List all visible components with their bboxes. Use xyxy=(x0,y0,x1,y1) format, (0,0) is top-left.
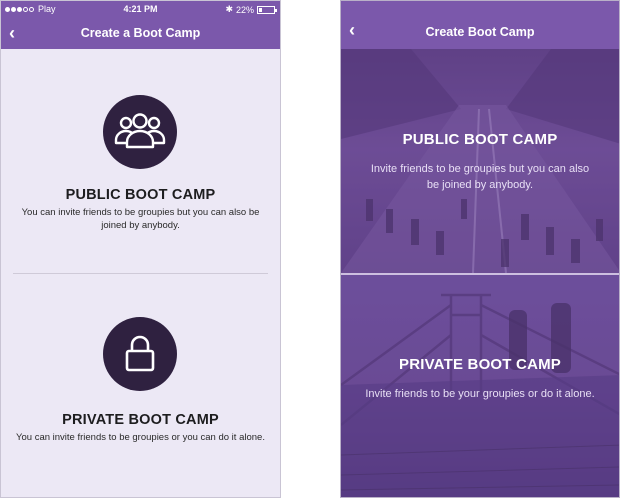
private-panel-description: Invite friends to be your groupies or do… xyxy=(365,388,595,400)
battery-icon xyxy=(257,5,277,14)
lock-icon xyxy=(103,317,177,391)
private-option-description: You can invite friends to be groupies or… xyxy=(16,432,265,443)
group-icon xyxy=(103,95,177,169)
nav-bar: ‹ Create Boot Camp xyxy=(341,1,619,49)
bluetooth-icon: ✱ xyxy=(225,4,233,14)
right-phone-screen: ‹ Create Boot Camp PUBLIC BOOT CAMP Invi… xyxy=(340,0,620,498)
page-title: Create Boot Camp xyxy=(425,25,535,39)
public-boot-camp-panel[interactable]: PUBLIC BOOT CAMP Invite friends to be gr… xyxy=(341,49,619,273)
divider xyxy=(13,273,268,274)
battery-percent: 22% xyxy=(235,4,254,15)
nav-bar: ‹ Create a Boot Camp xyxy=(1,17,280,49)
public-boot-camp-option[interactable]: PUBLIC BOOT CAMP You can invite friends … xyxy=(1,49,280,273)
private-option-title: PRIVATE BOOT CAMP xyxy=(62,412,219,428)
status-bar: Play 4:21 PM ✱ 22% xyxy=(1,1,280,17)
private-boot-camp-panel[interactable]: PRIVATE BOOT CAMP Invite friends to be y… xyxy=(341,275,619,497)
private-boot-camp-option[interactable]: PRIVATE BOOT CAMP You can invite friends… xyxy=(1,275,280,497)
private-panel-title: PRIVATE BOOT CAMP xyxy=(398,356,561,373)
public-panel-title: PUBLIC BOOT CAMP xyxy=(402,131,558,148)
left-phone-screen: Play 4:21 PM ✱ 22% ‹ Create a Boot Camp xyxy=(0,0,281,498)
public-option-title: PUBLIC BOOT CAMP xyxy=(65,187,216,203)
public-option-description: You can invite friends to be groupies bu… xyxy=(21,207,260,231)
public-panel-description: Invite friends to be groupies but you ca… xyxy=(370,163,590,191)
page-title: Create a Boot Camp xyxy=(80,26,201,40)
